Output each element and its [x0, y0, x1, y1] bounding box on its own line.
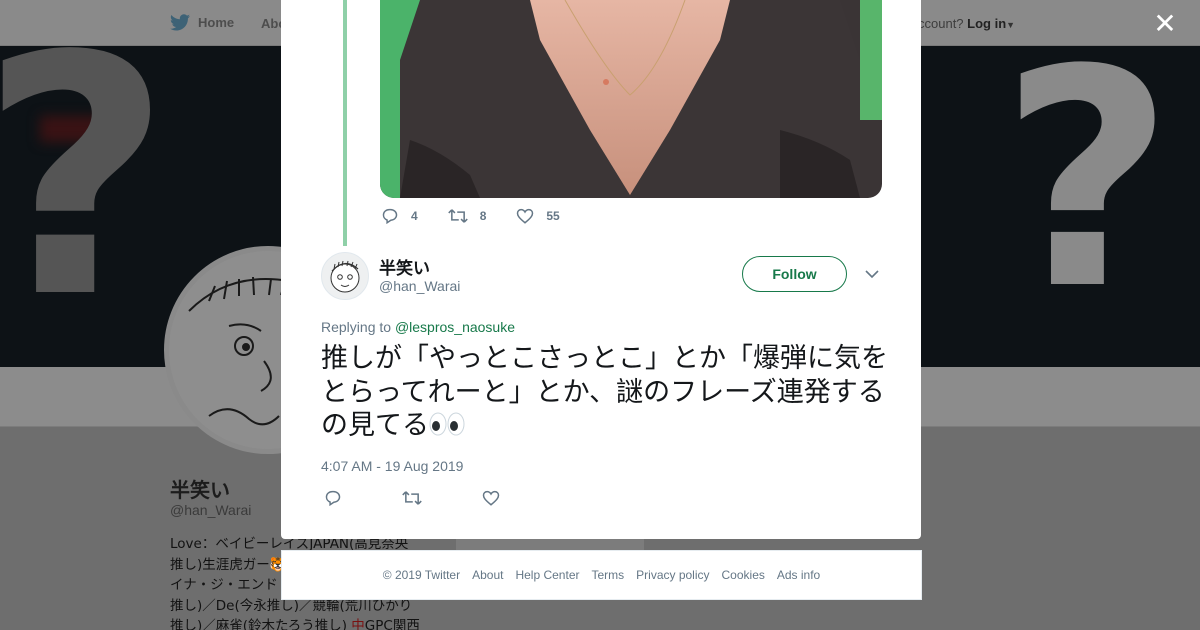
reply-action[interactable]: 4 — [381, 208, 418, 224]
banner-symbol-left: ? — [0, 46, 171, 367]
reply-icon — [325, 490, 341, 506]
author-avatar-drawing — [330, 260, 360, 293]
footer-link-help-center[interactable]: Help Center — [515, 568, 579, 582]
retweet-action[interactable] — [402, 490, 422, 506]
close-icon[interactable]: ✕ — [1150, 10, 1180, 40]
retweet-icon — [447, 209, 468, 223]
login-prompt: ccount? Log in▼ — [918, 16, 1015, 31]
heart-icon — [517, 208, 534, 224]
retweet-action[interactable]: 8 — [447, 208, 487, 224]
follow-button[interactable]: Follow — [742, 256, 847, 292]
author-name[interactable]: 半笑い — [379, 254, 430, 279]
like-action[interactable] — [482, 490, 500, 506]
replying-prefix: Replying to — [321, 319, 392, 335]
author-avatar[interactable] — [321, 252, 369, 300]
banner-symbol-right: ? — [1000, 46, 1175, 355]
login-caret-icon: ▼ — [1006, 20, 1016, 30]
tweet-text: 推しが「やっとこさっとこ」とか「爆弾に気をとらってれーと」とか、謎のフレーズ連発… — [321, 342, 891, 446]
footer-link-cookies[interactable]: Cookies — [722, 568, 765, 582]
footer-copyright: © 2019 Twitter — [382, 568, 461, 582]
tweet-text-body: 推しが「やっとこさっとこ」とか「爆弾に気をとらってれーと」とか、謎のフレーズ連発… — [321, 343, 888, 441]
footer-link-ads-info[interactable]: Ads info — [777, 568, 820, 582]
reply-icon — [382, 208, 398, 224]
footer-link-about[interactable]: About — [472, 568, 503, 582]
nav-home-label: Home — [198, 15, 235, 30]
bio-line-text: 推し)／麻雀(鈴木たろう推し) — [170, 618, 347, 630]
mahjong-tile-icon: 中 — [351, 618, 365, 630]
retweet-icon — [402, 491, 422, 505]
twitter-bird-icon — [170, 14, 190, 31]
replying-to: Replying to @lespros_naosuke — [321, 319, 515, 335]
eyes-emoji-icon — [429, 411, 465, 446]
account-prompt-text: ccount? — [918, 16, 964, 31]
author-handle[interactable]: @han_Warai — [379, 278, 460, 294]
like-action[interactable]: 55 — [516, 208, 560, 224]
replying-to-link[interactable]: @lespros_naosuke — [395, 319, 515, 335]
heart-icon — [482, 490, 500, 506]
tweet-photo[interactable] — [380, 0, 882, 198]
reply-count: 4 — [411, 209, 418, 223]
profile-name: 半笑い — [170, 478, 230, 502]
bio-line-text: GPC関西 — [364, 618, 420, 630]
chevron-down-icon[interactable] — [864, 266, 880, 282]
login-link[interactable]: Log in — [967, 16, 1006, 31]
bio-line: 推し)／麻雀(鈴木たろう推し) 中GPC関西 — [170, 616, 440, 630]
photo-content — [400, 0, 860, 198]
modal-footer: © 2019 Twitter About Help Center Terms P… — [281, 550, 922, 600]
like-count: 55 — [546, 209, 560, 223]
tweet-modal: 4 8 55 半笑い @han_Warai Follow Replying to… — [281, 0, 921, 539]
nav-home[interactable]: Home — [170, 14, 234, 31]
reply-action[interactable] — [324, 490, 342, 506]
retweet-count: 8 — [479, 209, 487, 223]
conversation-thread-line — [343, 0, 347, 246]
footer-link-terms[interactable]: Terms — [591, 568, 624, 582]
previous-tweet-actions: 4 8 55 — [381, 208, 560, 224]
tweet-timestamp[interactable]: 4:07 AM - 19 Aug 2019 — [321, 458, 463, 474]
profile-handle: @han_Warai — [170, 502, 252, 518]
footer-link-privacy[interactable]: Privacy policy — [636, 568, 709, 582]
